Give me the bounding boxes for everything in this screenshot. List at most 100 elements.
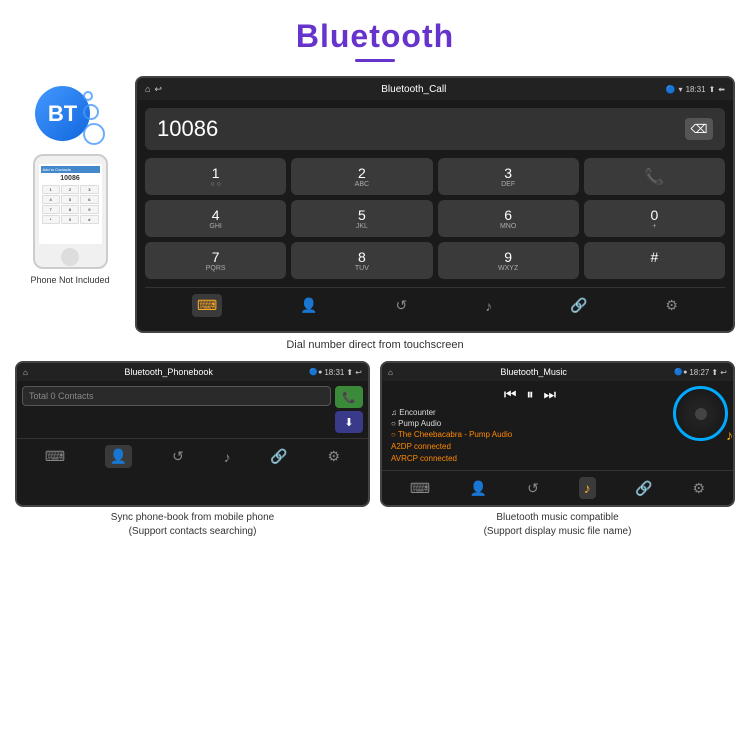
phone-key-2: 2 [61,185,79,194]
pb-nav-link[interactable]: 🔗 [270,448,287,465]
download-contacts-button[interactable]: ⬇ [335,411,363,433]
pb-title: Bluetooth_Phonebook [28,367,310,377]
disc-visual [673,386,728,441]
nav-recent-icon[interactable]: ↺ [395,297,407,314]
nav-settings-icon[interactable]: ⚙ [665,297,678,314]
phonebook-caption-line1: Sync phone-book from mobile phone [15,511,370,525]
phonebook-panel-wrapper: ⌂ Bluetooth_Phonebook 🔵● 18:31 ⬆ ↩ Total… [15,361,370,541]
music-nav-music[interactable]: ♪ [579,477,596,499]
key-hash[interactable]: # [584,242,725,279]
music-bt-icon: 🔵● [674,368,687,376]
track-2-title: Pump Audio [398,419,441,428]
key-9[interactable]: 9WXYZ [438,242,579,279]
dialer-statusbar: ⌂ ↩ Bluetooth_Call 🔵 ▾ 18:31 ⬆ ⬅ [137,78,733,100]
key-4[interactable]: 4GHI [145,200,286,237]
pb-nav-keypad[interactable]: ⌨ [45,448,65,465]
bottom-panels: ⌂ Bluetooth_Phonebook 🔵● 18:31 ⬆ ↩ Total… [0,361,750,541]
track-3: ○ The Cheebacabra - Pump Audio [391,430,673,439]
main-layout: BT Add to Contacts 10086 1 2 3 4 5 6 7 [0,66,750,333]
next-button[interactable]: ⏭ [544,386,557,403]
music-body: ⏮ ⏸ ⏭ ♫ Encounter ○ Pump Audio ○ The Che… [382,381,733,470]
key-0[interactable]: 0+ [584,200,725,237]
bt-wave-1 [83,91,93,101]
key-3[interactable]: 3DEF [438,158,579,195]
music-nav-keypad[interactable]: ⌨ [410,480,430,497]
back-icon: ⬅ [718,85,725,94]
avrcp-status: AVRCP connected [391,454,673,463]
key-8[interactable]: 8TUV [291,242,432,279]
key-5[interactable]: 5JKL [291,200,432,237]
music-navbar: ⌨ 👤 ↺ ♪ 🔗 ⚙ [382,470,733,505]
nav-link-icon[interactable]: 🔗 [570,297,587,314]
phonebook-navbar: ⌨ 👤 ↺ ♪ 🔗 ⚙ [17,438,368,474]
phone-key-hash: # [80,215,98,224]
backspace-button[interactable]: ⌫ [685,118,713,140]
key-6[interactable]: 6MNO [438,200,579,237]
phonebook-panel: ⌂ Bluetooth_Phonebook 🔵● 18:31 ⬆ ↩ Total… [15,361,370,507]
phonebook-body: Total 0 Contacts 📞 ⬇ [17,381,368,438]
key-1[interactable]: 1○ ○ [145,158,286,195]
music-time: 18:27 [689,368,709,377]
statusbar-home-icon: ⌂ [145,84,150,94]
download-icon: ⬇ [344,416,353,429]
a2dp-status: A2DP connected [391,442,673,451]
key-7[interactable]: 7PQRS [145,242,286,279]
key-2[interactable]: 2ABC [291,158,432,195]
phone-key-8: 8 [61,205,79,214]
music-controls: ⏮ ⏸ ⏭ [387,386,673,403]
phone-screen: Add to Contacts 10086 1 2 3 4 5 6 7 8 9 … [39,164,102,244]
wifi-icon: ⬆ [709,85,716,94]
music-caption-line1: Bluetooth music compatible [380,511,735,525]
phone-keypad: 1 2 3 4 5 6 7 8 9 * 0 # [41,184,100,225]
phonebook-statusbar: ⌂ Bluetooth_Phonebook 🔵● 18:31 ⬆ ↩ [17,363,368,381]
music-icons: ⬆ ↩ [711,368,727,377]
statusbar-icons: 🔵 ▾ 18:31 ⬆ ⬅ [666,85,725,94]
bt-status-icon: 🔵 [666,85,676,94]
track-1-title: Encounter [399,408,435,417]
call-icon: 📞 [644,167,664,187]
page-title: Bluetooth [0,18,750,55]
bt-label: BT [48,101,77,127]
nav-contacts-icon[interactable]: 👤 [300,297,317,314]
call-contact-button[interactable]: 📞 [335,386,363,408]
music-nav-recent[interactable]: ↺ [527,480,539,497]
contacts-search-input[interactable]: Total 0 Contacts [22,386,331,406]
main-caption: Dial number direct from touchscreen [0,333,750,357]
phone-key-6: 6 [80,195,98,204]
car-dialer-screen[interactable]: ⌂ ↩ Bluetooth_Call 🔵 ▾ 18:31 ⬆ ⬅ 10086 ⌫… [135,76,735,333]
call-button[interactable]: 📞 [584,158,725,195]
phone-key-star: * [42,215,60,224]
phone-key-3: 3 [80,185,98,194]
phone-not-included-label: Phone Not Included [30,275,109,285]
call-contact-icon: 📞 [342,391,356,404]
pb-nav-music[interactable]: ♪ [224,449,231,465]
nav-keypad-icon[interactable]: ⌨ [192,294,222,317]
music-disc: ♪ [673,386,728,441]
title-underline [355,59,395,62]
prev-button[interactable]: ⏮ [504,386,517,403]
phonebook-caption-line2: (Support contacts searching) [15,525,370,539]
music-caption: Bluetooth music compatible (Support disp… [380,507,735,541]
nav-music-icon[interactable]: ♪ [485,298,492,314]
phone-key-4: 4 [42,195,60,204]
keypad-grid: 1○ ○ 2ABC 3DEF 📞 4GHI 5JKL 6MNO 0+ 7PQRS… [145,158,725,279]
pb-nav-settings[interactable]: ⚙ [328,448,341,465]
pb-nav-recent[interactable]: ↺ [172,448,184,465]
play-pause-button[interactable]: ⏸ [527,386,534,403]
pb-icons: ⬆ ↩ [346,368,362,377]
music-nav-contacts[interactable]: 👤 [470,480,487,497]
pb-bt-icon: 🔵● [309,368,322,376]
bt-wave-3 [83,123,105,145]
pb-nav-contacts[interactable]: 👤 [105,445,132,468]
music-caption-line2: (Support display music file name) [380,525,735,539]
phone-key-5: 5 [61,195,79,204]
bt-circle: BT [35,86,90,141]
phone-number-display: 10086 [41,175,100,182]
music-nav-link[interactable]: 🔗 [635,480,652,497]
music-panel-wrapper: ⌂ Bluetooth_Music 🔵● 18:27 ⬆ ↩ ⏮ ⏸ ⏭ ♫ [380,361,735,541]
contacts-placeholder: Total 0 Contacts [29,391,94,401]
music-nav-settings[interactable]: ⚙ [693,480,706,497]
music-statusbar: ⌂ Bluetooth_Music 🔵● 18:27 ⬆ ↩ [382,363,733,381]
music-title: Bluetooth_Music [393,367,675,377]
phonebook-caption: Sync phone-book from mobile phone (Suppo… [15,507,370,541]
